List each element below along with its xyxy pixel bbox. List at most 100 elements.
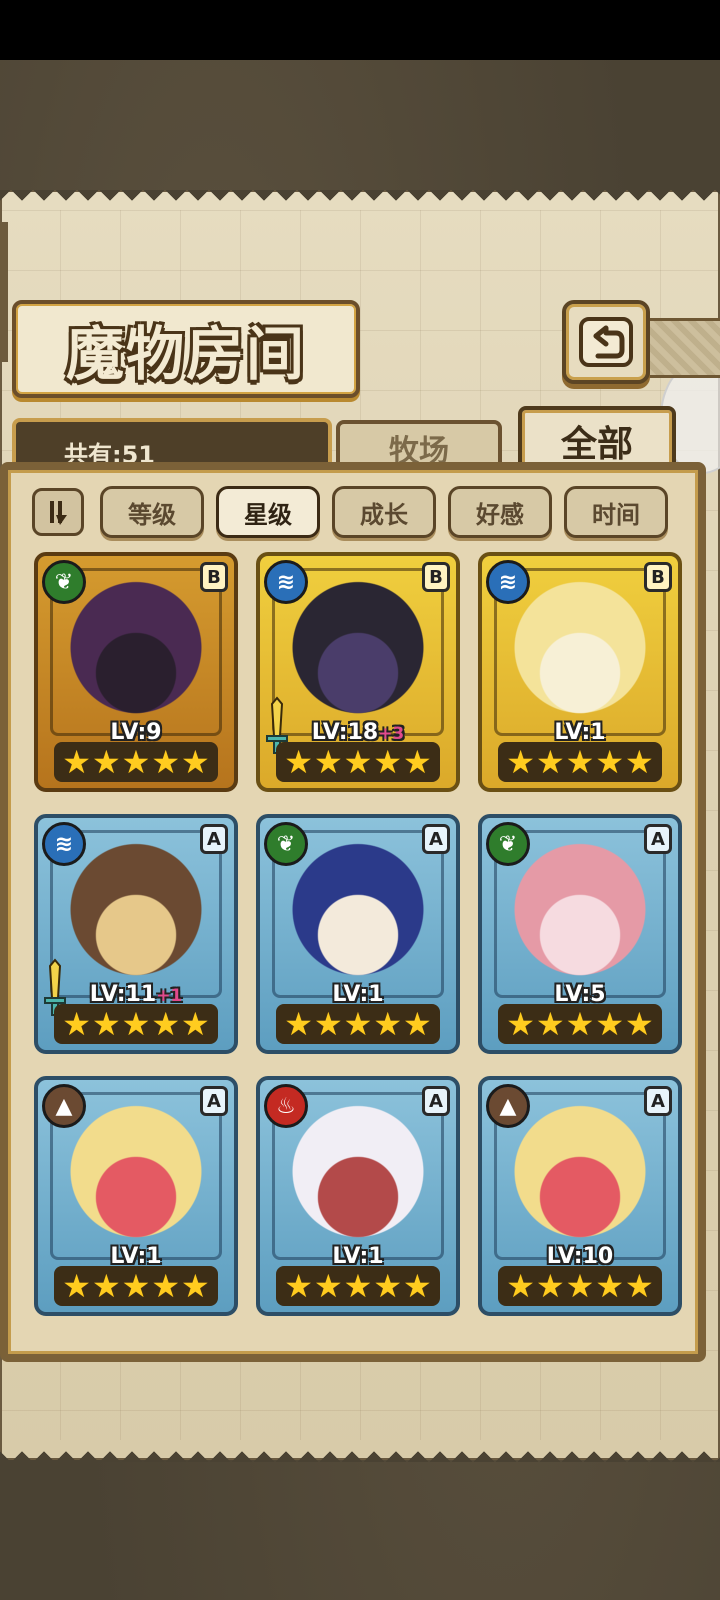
star-icon: ★ [403, 743, 432, 781]
rank-badge: A [644, 824, 672, 854]
star-rating: ★ ★ ★ ★ ★ [276, 1266, 440, 1306]
mountain-icon: ▲ [42, 1084, 86, 1128]
star-icon: ★ [595, 1267, 625, 1305]
star-icon: ★ [151, 743, 181, 781]
back-button[interactable] [562, 300, 650, 384]
star-icon: ★ [565, 1267, 595, 1305]
rank-badge: B [200, 562, 228, 592]
water-wave-icon: ≋ [486, 560, 530, 604]
star-rating: ★ ★ ★ ★ ★ [498, 742, 662, 782]
sort-by-growth[interactable]: 成长 [332, 486, 436, 538]
monster-portrait [510, 1104, 650, 1254]
star-icon: ★ [181, 743, 210, 781]
star-icon: ★ [62, 743, 91, 781]
star-icon: ★ [151, 1005, 181, 1043]
monster-card[interactable]: ≋ B LV:18+3 ★ ★ ★ ★ ★ [256, 552, 460, 792]
water-wave-icon: ≋ [264, 560, 308, 604]
star-icon: ★ [506, 1005, 535, 1043]
sort-by-time[interactable]: 时间 [564, 486, 668, 538]
star-rating: ★ ★ ★ ★ ★ [276, 1004, 440, 1044]
star-icon: ★ [313, 1267, 343, 1305]
star-icon: ★ [565, 743, 595, 781]
sort-by-affection[interactable]: 好感 [448, 486, 552, 538]
star-icon: ★ [343, 743, 373, 781]
rank-badge: A [422, 1086, 450, 1116]
star-icon: ★ [62, 1267, 91, 1305]
star-icon: ★ [506, 1267, 535, 1305]
map-edge-bottom [0, 1440, 720, 1462]
monster-portrait [510, 580, 650, 730]
star-icon: ★ [313, 1005, 343, 1043]
star-rating: ★ ★ ★ ★ ★ [276, 742, 440, 782]
rank-badge: B [644, 562, 672, 592]
star-rating: ★ ★ ★ ★ ★ [498, 1266, 662, 1306]
star-icon: ★ [343, 1005, 373, 1043]
star-icon: ★ [625, 1267, 654, 1305]
star-icon: ★ [506, 743, 535, 781]
star-icon: ★ [121, 1267, 151, 1305]
star-icon: ★ [284, 1267, 313, 1305]
star-icon: ★ [535, 743, 565, 781]
star-icon: ★ [625, 1005, 654, 1043]
monster-portrait [288, 1104, 428, 1254]
monster-card[interactable]: ≋ B LV:1 ★ ★ ★ ★ ★ [478, 552, 682, 792]
left-edge-tab [0, 222, 8, 362]
star-icon: ★ [373, 743, 403, 781]
monster-card[interactable]: ▲ A LV:10 ★ ★ ★ ★ ★ [478, 1076, 682, 1316]
level-bonus: +3 [378, 724, 405, 744]
rank-badge: A [200, 1086, 228, 1116]
mountain-icon: ▲ [486, 1084, 530, 1128]
star-icon: ★ [91, 1005, 121, 1043]
star-icon: ★ [403, 1005, 432, 1043]
star-rating: ★ ★ ★ ★ ★ [54, 742, 218, 782]
star-icon: ★ [284, 743, 313, 781]
status-bar [0, 0, 720, 60]
monster-portrait [510, 842, 650, 992]
star-icon: ★ [151, 1267, 181, 1305]
leaf-icon: ❦ [486, 822, 530, 866]
star-icon: ★ [535, 1267, 565, 1305]
title-plate: 魔物房间 [12, 300, 360, 398]
monster-portrait [288, 842, 428, 992]
sort-order-icon [50, 501, 67, 525]
star-icon: ★ [284, 1005, 313, 1043]
star-icon: ★ [343, 1267, 373, 1305]
star-icon: ★ [535, 1005, 565, 1043]
sort-by-stars[interactable]: 星级 [216, 486, 320, 538]
monster-card[interactable]: ▲ A LV:1 ★ ★ ★ ★ ★ [34, 1076, 238, 1316]
sort-by-level[interactable]: 等级 [100, 486, 204, 538]
star-rating: ★ ★ ★ ★ ★ [498, 1004, 662, 1044]
back-rail [648, 318, 720, 378]
leaf-icon: ❦ [264, 822, 308, 866]
star-icon: ★ [313, 743, 343, 781]
monster-portrait [66, 580, 206, 730]
sort-order-toggle[interactable] [32, 488, 84, 536]
star-icon: ★ [373, 1267, 403, 1305]
rank-badge: A [644, 1086, 672, 1116]
rank-badge: A [422, 824, 450, 854]
star-icon: ★ [595, 743, 625, 781]
star-icon: ★ [91, 1267, 121, 1305]
star-icon: ★ [565, 1005, 595, 1043]
monster-card[interactable]: ❦ A LV:1 ★ ★ ★ ★ ★ [256, 814, 460, 1054]
star-icon: ★ [595, 1005, 625, 1043]
star-icon: ★ [181, 1267, 210, 1305]
map-edge-top [0, 190, 720, 212]
star-icon: ★ [62, 1005, 91, 1043]
rank-badge: A [200, 824, 228, 854]
water-wave-icon: ≋ [42, 822, 86, 866]
monster-portrait [66, 842, 206, 992]
star-icon: ★ [373, 1005, 403, 1043]
sort-bar: 等级 星级 成长 好感 时间 [32, 486, 692, 542]
rank-badge: B [422, 562, 450, 592]
monster-portrait [66, 1104, 206, 1254]
monster-card[interactable]: ❦ A LV:5 ★ ★ ★ ★ ★ [478, 814, 682, 1054]
monster-card[interactable]: ≋ A LV:11+1 ★ ★ ★ ★ ★ [34, 814, 238, 1054]
monster-card[interactable]: ♨ A LV:1 ★ ★ ★ ★ ★ [256, 1076, 460, 1316]
level-bonus: +1 [156, 986, 183, 1006]
star-icon: ★ [91, 743, 121, 781]
star-rating: ★ ★ ★ ★ ★ [54, 1004, 218, 1044]
monster-portrait [288, 580, 428, 730]
monster-card[interactable]: ❦ B LV:9 ★ ★ ★ ★ ★ [34, 552, 238, 792]
leaf-icon: ❦ [42, 560, 86, 604]
